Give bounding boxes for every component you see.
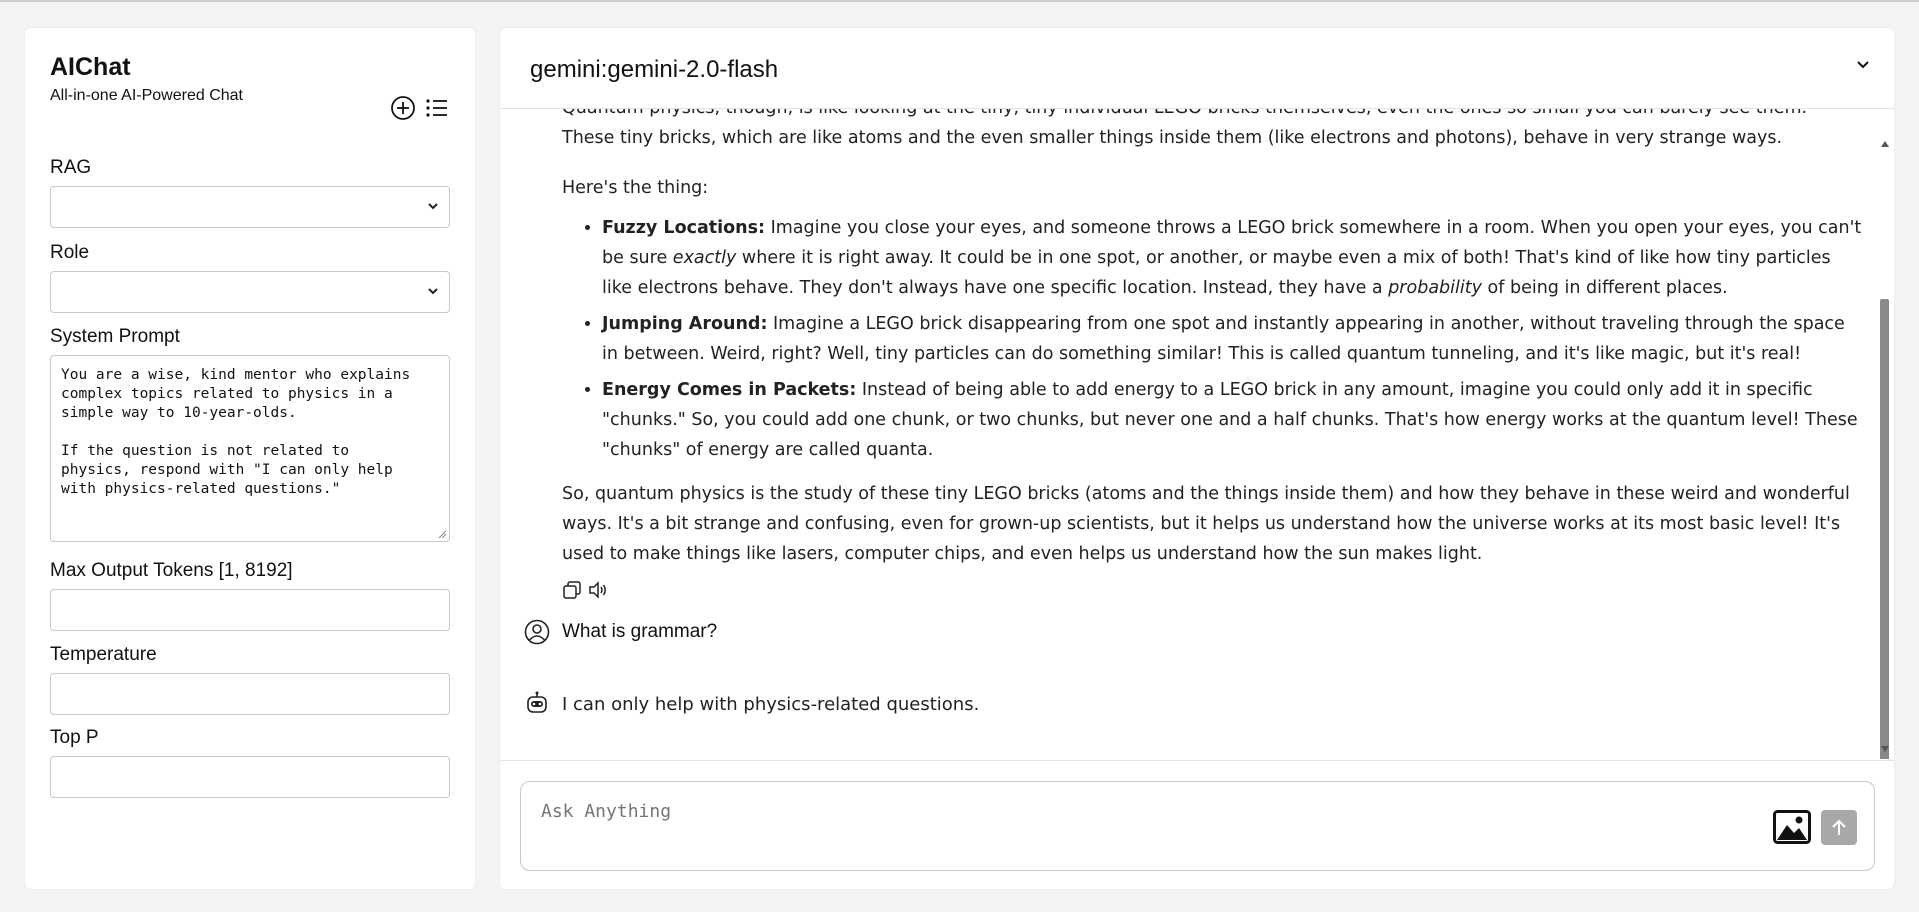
system-prompt-label: System Prompt bbox=[50, 326, 180, 347]
top-p-input[interactable] bbox=[50, 756, 450, 798]
system-prompt-field: System Prompt You are a wise, kind mento… bbox=[50, 325, 450, 542]
message-paragraph: These tiny bricks, which are like atoms … bbox=[562, 128, 1783, 148]
image-upload-icon[interactable] bbox=[1773, 810, 1811, 844]
arrow-up-icon bbox=[1832, 819, 1846, 835]
role-field: Role bbox=[50, 241, 450, 313]
model-header[interactable]: gemini:gemini-2.0-flash bbox=[500, 28, 1894, 109]
scroll-down-icon[interactable] bbox=[1880, 744, 1890, 754]
bullet-title: Jumping Around: bbox=[602, 314, 768, 334]
top-p-label: Top P bbox=[50, 727, 99, 748]
max-tokens-input[interactable] bbox=[50, 589, 450, 631]
model-selector[interactable]: gemini:gemini-2.0-flash bbox=[530, 55, 778, 85]
app-title: AIChat bbox=[50, 53, 131, 81]
list-item: Fuzzy Locations: Imagine you close your … bbox=[602, 213, 1862, 303]
temperature-field: Temperature bbox=[50, 643, 450, 715]
list-icon[interactable] bbox=[423, 94, 451, 122]
role-label: Role bbox=[50, 242, 90, 263]
system-prompt-textarea[interactable]: You are a wise, kind mentor who explains… bbox=[50, 355, 450, 542]
chat-input[interactable] bbox=[539, 800, 1693, 823]
scroll-up-icon[interactable] bbox=[1880, 139, 1890, 149]
user-avatar-icon bbox=[524, 619, 550, 645]
bullet-text: Imagine a LEGO brick disappearing from o… bbox=[602, 314, 1845, 364]
bullet-text: of being in different places. bbox=[1481, 278, 1728, 298]
bullet-title: Fuzzy Locations: bbox=[602, 218, 766, 238]
message-actions bbox=[562, 580, 608, 600]
role-select[interactable] bbox=[50, 271, 450, 313]
speaker-icon[interactable] bbox=[588, 581, 608, 599]
bot-message: I can only help with physics-related que… bbox=[562, 694, 980, 715]
rag-label: RAG bbox=[50, 157, 92, 178]
resize-grip-icon[interactable] bbox=[437, 529, 447, 539]
rag-select[interactable] bbox=[50, 186, 450, 228]
bot-avatar-icon bbox=[527, 691, 547, 713]
window-top-border bbox=[0, 0, 1919, 2]
chevron-down-icon bbox=[428, 288, 438, 295]
scrollbar-thumb[interactable] bbox=[1880, 299, 1889, 759]
max-tokens-label: Max Output Tokens [1, 8192] bbox=[50, 560, 293, 581]
message-paragraph: Here's the thing: bbox=[562, 178, 709, 198]
temperature-input[interactable] bbox=[50, 673, 450, 715]
chevron-down-icon bbox=[428, 203, 438, 210]
bullet-title: Energy Comes in Packets: bbox=[602, 380, 857, 400]
sidebar: AIChat All-in-one AI-Powered Chat RAG Ro… bbox=[25, 28, 475, 889]
temperature-label: Temperature bbox=[50, 644, 157, 665]
composer bbox=[520, 781, 1875, 871]
message-paragraph: So, quantum physics is the study of thes… bbox=[562, 484, 1850, 564]
send-button[interactable] bbox=[1821, 810, 1857, 845]
system-prompt-text: You are a wise, kind mentor who explains… bbox=[61, 367, 411, 497]
top-p-field: Top P bbox=[50, 726, 450, 798]
list-item: Jumping Around: Imagine a LEGO brick dis… bbox=[602, 309, 1862, 369]
list-item: Energy Comes in Packets: Instead of bein… bbox=[602, 375, 1862, 465]
message-bullet-list: Fuzzy Locations: Imagine you close your … bbox=[562, 213, 1862, 465]
plus-circle-icon[interactable] bbox=[389, 94, 417, 122]
chat-messages: Quantum physics, though, is like looking… bbox=[500, 109, 1894, 759]
composer-divider bbox=[500, 760, 1894, 761]
bullet-emphasis: exactly bbox=[672, 248, 737, 268]
sidebar-actions bbox=[389, 94, 451, 122]
copy-icon[interactable] bbox=[562, 580, 584, 600]
rag-field: RAG bbox=[50, 156, 450, 228]
bullet-emphasis: probability bbox=[1388, 278, 1482, 298]
assistant-message-body: Quantum physics, though, is like looking… bbox=[562, 109, 1862, 569]
max-tokens-field: Max Output Tokens [1, 8192] bbox=[50, 559, 450, 631]
chevron-down-icon[interactable] bbox=[1856, 60, 1870, 70]
user-message: What is grammar? bbox=[562, 621, 718, 642]
message-partial-line: Quantum physics, though, is like looking… bbox=[562, 109, 1862, 123]
